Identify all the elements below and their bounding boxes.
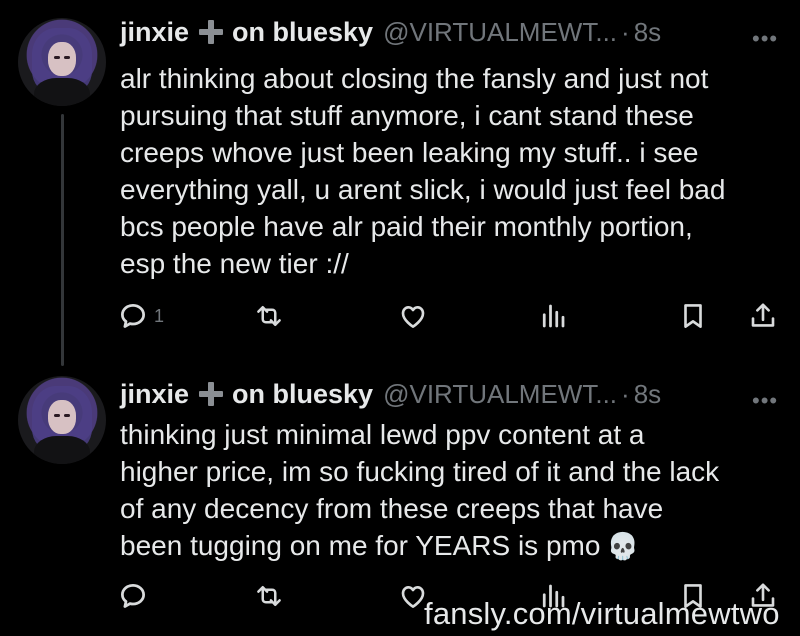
display-name[interactable]: jinxie: [120, 379, 189, 410]
separator-dot: ·: [621, 378, 630, 409]
reply-icon: [121, 304, 145, 328]
post-1[interactable]: jinxie on bluesky @VIRTUALMEWT... · 8s •…: [0, 0, 800, 366]
post-2[interactable]: jinxie on bluesky @VIRTUALMEWT... · 8s •…: [0, 360, 800, 636]
name-suffix: on bluesky: [232, 16, 374, 47]
bookmark-button[interactable]: [678, 296, 708, 336]
repost-button[interactable]: [254, 576, 284, 616]
avatar[interactable]: [18, 18, 106, 106]
repost-button[interactable]: [254, 296, 284, 336]
watermark: fansly.com/virtualmewtwo: [424, 596, 780, 631]
reply-icon: [121, 584, 145, 608]
plus-icon: [198, 381, 224, 407]
post-text: alr thinking about closing the fansly an…: [120, 63, 726, 279]
like-icon: [401, 305, 425, 328]
more-icon[interactable]: •••: [752, 390, 778, 412]
plus-icon: [198, 19, 224, 45]
timestamp[interactable]: 8s: [634, 17, 661, 48]
action-bar: 1: [118, 296, 782, 336]
display-name[interactable]: jinxie: [120, 17, 189, 48]
reply-button[interactable]: 1: [118, 296, 164, 336]
views-button[interactable]: [538, 296, 568, 336]
reply-button[interactable]: [118, 576, 148, 616]
thread-line: [61, 114, 64, 366]
views-icon: [542, 304, 565, 328]
more-icon[interactable]: •••: [752, 28, 778, 50]
like-button[interactable]: [398, 296, 428, 336]
avatar[interactable]: [18, 376, 106, 464]
handle[interactable]: @VIRTUALMEWT...: [383, 379, 617, 410]
skull-emoji: 💀: [606, 531, 639, 561]
share-button[interactable]: [748, 296, 778, 336]
share-icon: [751, 303, 775, 327]
post-text: thinking just minimal lewd ppv content a…: [120, 416, 780, 565]
bookmark-icon: [684, 304, 702, 328]
repost-icon: [257, 586, 281, 606]
post-header: jinxie on bluesky @VIRTUALMEWT... · 8s: [120, 374, 661, 414]
reply-count: 1: [154, 305, 165, 326]
post-header: jinxie on bluesky @VIRTUALMEWT... · 8s: [120, 12, 661, 52]
repost-icon: [257, 306, 281, 326]
timestamp[interactable]: 8s: [634, 379, 661, 410]
handle[interactable]: @VIRTUALMEWT...: [383, 17, 617, 48]
separator-dot: ·: [621, 16, 630, 47]
name-suffix: on bluesky: [232, 378, 374, 409]
